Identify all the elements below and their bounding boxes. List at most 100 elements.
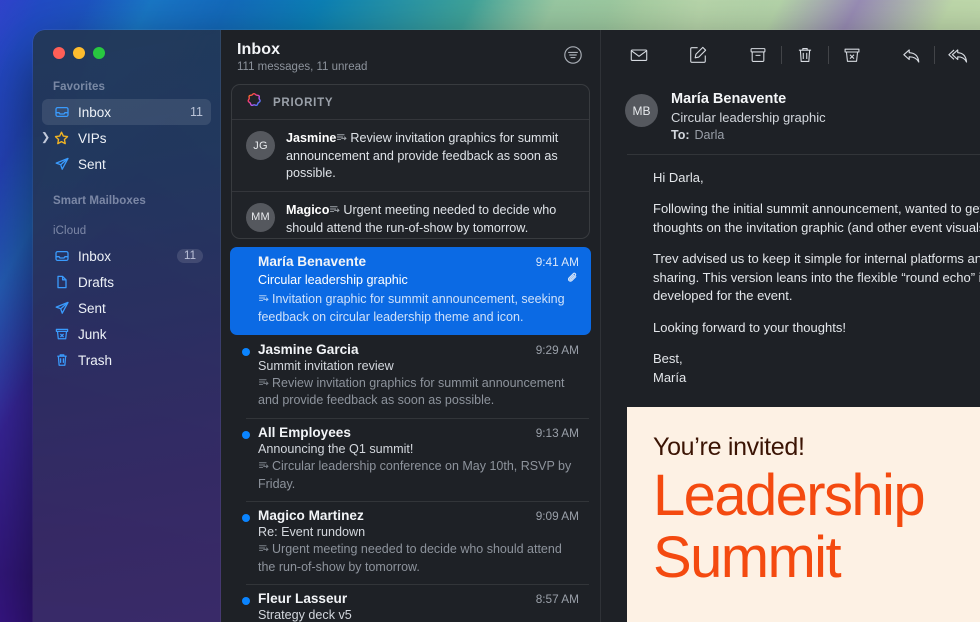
unread-dot-icon [242, 431, 250, 439]
message-row[interactable]: Fleur Lasseur 8:57 AM Strategy deck v5 M… [230, 584, 591, 622]
close-button[interactable] [53, 47, 65, 59]
summary-icon [329, 203, 340, 220]
inbox-tray-icon [53, 248, 70, 265]
sidebar-section-smart-mailboxes: Smart Mailboxes [33, 195, 220, 207]
paper-plane-icon [53, 300, 70, 317]
message-rows: María Benavente 9:41 AM Circular leaders… [221, 247, 600, 622]
attachment-preview-invitation[interactable]: You’re invited! Leadership Summit [627, 407, 980, 622]
invitation-kicker: You’re invited! [653, 433, 980, 462]
junk-bin-icon [53, 326, 70, 343]
message-time: 9:13 AM [536, 426, 579, 440]
unread-dot-icon [242, 597, 250, 605]
mail-body-paragraph: Following the initial summit announcemen… [653, 200, 980, 237]
avatar: JG [246, 131, 275, 160]
message-subject: Summit invitation review [258, 359, 579, 373]
archive-button[interactable] [740, 38, 776, 72]
message-row[interactable]: Magico Martinez 9:09 AM Re: Event rundow… [230, 501, 591, 584]
message-detail-pane: MB María Benavente Circular leadership g… [601, 30, 980, 622]
message-time: 9:41 AM [536, 255, 579, 269]
priority-item-sender: Magico [286, 203, 329, 217]
avatar: MB [625, 94, 658, 127]
summary-icon [258, 292, 269, 309]
message-time: 9:29 AM [536, 343, 579, 357]
message-time: 8:57 AM [536, 592, 579, 606]
inbox-tray-icon [53, 104, 70, 121]
message-row[interactable]: Jasmine Garcia 9:29 AM Summit invitation… [230, 335, 591, 418]
message-row-selected[interactable]: María Benavente 9:41 AM Circular leaders… [230, 247, 591, 334]
message-preview: Review invitation graphics for summit an… [258, 375, 579, 409]
mail-from: María Benavente [671, 91, 826, 107]
sidebar-item-junk[interactable]: Junk [42, 321, 211, 347]
traffic-lights [33, 30, 220, 59]
star-icon [53, 130, 70, 147]
sidebar-item-drafts[interactable]: Drafts [42, 269, 211, 295]
summary-icon [258, 459, 269, 476]
junk-button[interactable] [834, 38, 870, 72]
priority-section: PRIORITY JG JasmineReview invitation gra… [231, 84, 590, 239]
message-row-top: Jasmine Garcia 9:29 AM [258, 342, 579, 357]
compose-button[interactable] [680, 38, 716, 72]
mail-recipients: To:Darla [671, 128, 826, 142]
sidebar-item-sent-icloud[interactable]: Sent [42, 295, 211, 321]
reply-button[interactable] [893, 38, 929, 72]
toolbar [601, 30, 980, 80]
minimize-button[interactable] [73, 47, 85, 59]
mail-body-signature: Best, María [653, 350, 980, 387]
sidebar: Favorites Inbox 11 ❯ VI [33, 30, 221, 622]
mail-body-paragraph: Hi Darla, [653, 169, 980, 187]
sidebar-item-inbox-icloud[interactable]: Inbox 11 [42, 243, 211, 269]
mail-to-value[interactable]: Darla [695, 128, 725, 142]
toolbar-separator [828, 46, 829, 64]
sidebar-item-inbox-favorite[interactable]: Inbox 11 [42, 99, 211, 125]
mark-unread-button[interactable] [621, 38, 657, 72]
message-preview: Circular leadership conference on May 10… [258, 458, 579, 492]
sidebar-section-icloud: iCloud [33, 225, 220, 237]
sidebar-item-trash[interactable]: Trash [42, 347, 211, 373]
toolbar-separator [934, 46, 935, 64]
message-row-top: Fleur Lasseur 8:57 AM [258, 591, 579, 606]
mailbox-title: Inbox [237, 41, 367, 59]
reply-all-button[interactable] [940, 38, 976, 72]
paperclip-icon [566, 271, 579, 289]
mail-window: Favorites Inbox 11 ❯ VI [33, 30, 980, 622]
sidebar-item-label: Trash [78, 353, 203, 368]
sidebar-item-label: Sent [78, 301, 203, 316]
zoom-button[interactable] [93, 47, 105, 59]
sidebar-section-favorites: Favorites [33, 81, 220, 93]
sidebar-item-vips[interactable]: ❯ VIPs [42, 125, 211, 151]
message-sender: All Employees [258, 425, 351, 440]
mail-header: MB María Benavente Circular leadership g… [601, 80, 980, 154]
sidebar-item-label: Inbox [78, 105, 182, 120]
toolbar-separator [781, 46, 782, 64]
filter-icon[interactable] [562, 44, 584, 66]
sidebar-item-count-badge: 11 [177, 249, 203, 263]
delete-button[interactable] [787, 38, 823, 72]
mail-subject: Circular leadership graphic [671, 110, 826, 125]
sidebar-item-sent-favorite[interactable]: Sent [42, 151, 211, 177]
message-subject: Announcing the Q1 summit! [258, 442, 579, 456]
priority-item-text: JasmineReview invitation graphics for su… [286, 129, 577, 182]
message-preview-text: Invitation graphic for summit announceme… [258, 292, 565, 324]
paper-plane-icon [53, 156, 70, 173]
message-subject-line: Circular leadership graphic [258, 269, 579, 289]
priority-item[interactable]: JG JasmineReview invitation graphics for… [232, 119, 589, 191]
sidebar-item-label: Inbox [78, 249, 169, 264]
sidebar-item-label: Junk [78, 327, 203, 342]
message-subject: Circular leadership graphic [258, 273, 408, 287]
unread-dot-icon [242, 348, 250, 356]
unread-dot-icon [242, 514, 250, 522]
sidebar-item-label: Sent [78, 157, 203, 172]
summary-icon [258, 542, 269, 559]
message-sender: María Benavente [258, 254, 366, 269]
message-preview-text: Urgent meeting needed to decide who shou… [258, 542, 562, 574]
trash-icon [53, 352, 70, 369]
chevron-right-icon[interactable]: ❯ [41, 133, 50, 144]
invitation-title-line1: Leadership [653, 468, 980, 524]
message-row[interactable]: All Employees 9:13 AM Announcing the Q1 … [230, 418, 591, 501]
sidebar-item-count: 11 [190, 105, 203, 119]
summary-icon [258, 376, 269, 393]
summary-icon [336, 131, 347, 148]
mail-body: Hi Darla, Following the initial summit a… [627, 154, 980, 401]
priority-item[interactable]: MM MagicoUrgent meeting needed to decide… [232, 191, 589, 240]
mail-body-paragraph: Looking forward to your thoughts! [653, 319, 980, 337]
